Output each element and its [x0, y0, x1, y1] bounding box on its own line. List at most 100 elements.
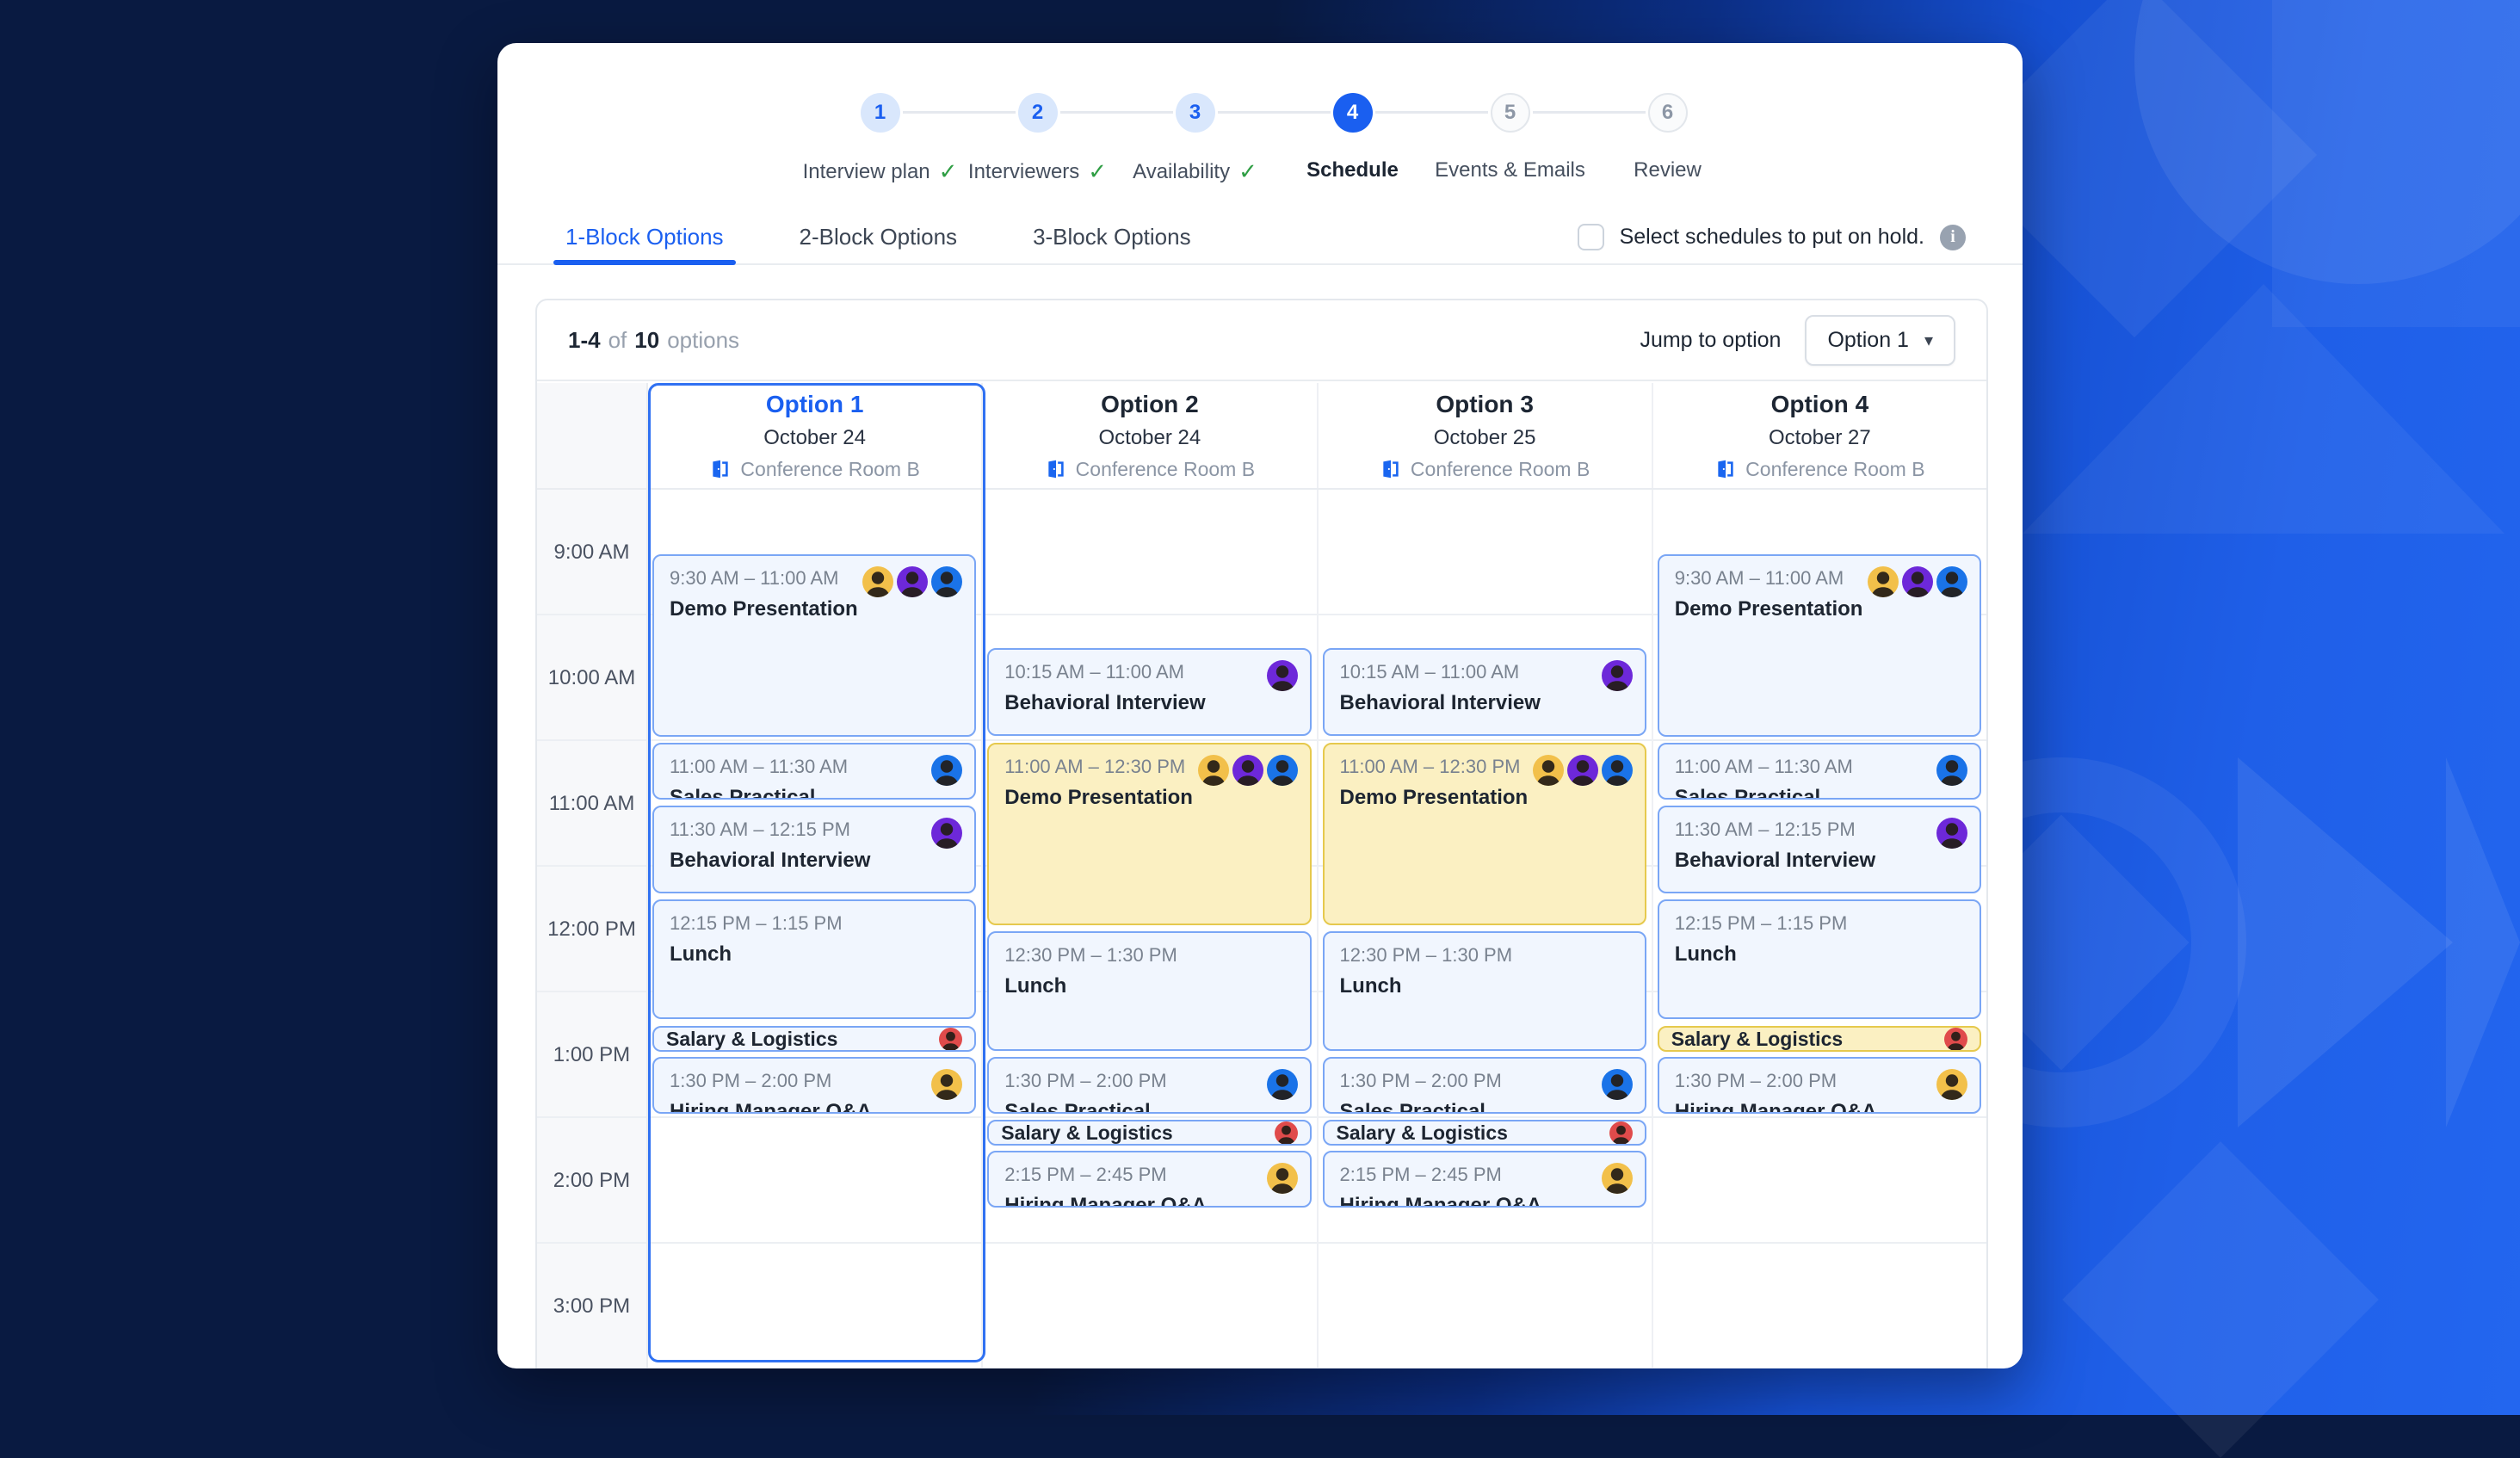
grid-body: 9:00 AM 10:00 AM 11:00 AM 12:00 PM 1:00 … — [537, 490, 1986, 1368]
event-avatars — [1198, 755, 1298, 786]
scheduler-card: 1 Interview plan ✓ 2 Interviewers ✓ 3 Av… — [497, 43, 2023, 1368]
event-card[interactable]: 11:30 AM – 12:15 PM Behavioral Interview — [652, 806, 976, 893]
event-card[interactable]: 10:15 AM – 11:00 AM Behavioral Interview — [1323, 648, 1646, 736]
range-word: options — [667, 327, 739, 354]
option-column-header[interactable]: Option 1 October 24 Conference Room B — [648, 383, 983, 488]
stepper-step-label: Availability ✓ — [1133, 158, 1257, 185]
range-total: 10 — [634, 327, 659, 354]
interviewer-avatar-blue — [931, 755, 962, 786]
option-column-header[interactable]: Option 2 October 24 Conference Room B — [983, 383, 1318, 488]
event-time: 10:15 AM – 11:00 AM — [1004, 661, 1294, 683]
interviewer-avatar-red — [939, 1028, 962, 1051]
interviewer-avatar-blue — [1602, 1069, 1633, 1100]
event-card[interactable]: 9:30 AM – 11:00 AM Demo Presentation — [652, 554, 976, 737]
event-card[interactable]: Salary & Logistics — [1323, 1120, 1646, 1146]
background-pattern-shape — [2062, 1141, 2379, 1458]
event-card[interactable]: 11:00 AM – 11:30 AM Sales Practical — [652, 743, 976, 800]
event-avatars — [1267, 660, 1298, 691]
info-icon[interactable]: i — [1940, 225, 1966, 250]
event-card[interactable]: 12:30 PM – 1:30 PM Lunch — [987, 931, 1311, 1051]
event-card[interactable]: 12:15 PM – 1:15 PM Lunch — [652, 899, 976, 1019]
event-card[interactable]: 11:30 AM – 12:15 PM Behavioral Interview — [1658, 806, 1981, 893]
option-select-dropdown[interactable]: Option 1 ▾ — [1805, 315, 1955, 366]
stepper-step[interactable]: 4 Schedule — [1274, 93, 1431, 185]
interviewer-avatar-yellow — [1533, 755, 1564, 786]
option-column-header[interactable]: Option 4 October 27 Conference Room B — [1653, 383, 1986, 488]
tab-block-options[interactable]: 2-Block Options — [800, 211, 958, 263]
stepper-step[interactable]: 6 Review — [1589, 93, 1746, 185]
time-gutter-header — [537, 383, 648, 488]
stepper-step-label: Interview plan ✓ — [803, 158, 958, 185]
interviewer-avatar-blue — [1267, 755, 1298, 786]
interviewer-avatar-yellow — [862, 566, 893, 597]
stepper-step[interactable]: 3 Availability ✓ — [1116, 93, 1274, 185]
event-card[interactable]: 2:15 PM – 2:45 PM Hiring Manager Q&A — [987, 1151, 1311, 1208]
stepper-step[interactable]: 2 Interviewers ✓ — [959, 93, 1116, 185]
time-label: 3:00 PM — [537, 1244, 646, 1368]
event-card[interactable]: 9:30 AM – 11:00 AM Demo Presentation — [1658, 554, 1981, 737]
tab-block-options[interactable]: 1-Block Options — [565, 211, 724, 263]
option-room: Conference Room B — [1714, 458, 1924, 481]
stepper-step-label: Review — [1634, 158, 1702, 182]
event-avatars — [1267, 1163, 1298, 1194]
event-title: Salary & Logistics — [1337, 1121, 1508, 1145]
event-card[interactable]: 1:30 PM – 2:00 PM Hiring Manager Q&A — [652, 1057, 976, 1114]
tab-block-options[interactable]: 3-Block Options — [1033, 211, 1191, 263]
event-avatars — [931, 755, 962, 786]
event-card[interactable]: 1:30 PM – 2:00 PM Sales Practical — [1323, 1057, 1646, 1114]
interviewer-avatar-blue — [931, 566, 962, 597]
event-card[interactable]: 12:30 PM – 1:30 PM Lunch — [1323, 931, 1646, 1051]
stepper-step-label: Schedule — [1306, 158, 1399, 182]
hold-checkbox[interactable] — [1578, 224, 1604, 250]
building-icon — [1045, 458, 1067, 480]
event-card[interactable]: 1:30 PM – 2:00 PM Hiring Manager Q&A — [1658, 1057, 1981, 1114]
event-time: 1:30 PM – 2:00 PM — [670, 1070, 959, 1092]
building-icon — [709, 458, 732, 480]
event-time: 11:00 AM – 11:30 AM — [670, 756, 959, 778]
event-card[interactable]: Salary & Logistics — [987, 1120, 1311, 1146]
event-card[interactable]: 11:00 AM – 12:30 PM Demo Presentation — [1323, 743, 1646, 925]
event-card[interactable]: 10:15 AM – 11:00 AM Behavioral Interview — [987, 648, 1311, 736]
stepper-step[interactable]: 1 Interview plan ✓ — [801, 93, 959, 185]
stepper-step-circle: 4 — [1333, 93, 1373, 133]
stepper-step-number: 3 — [1189, 101, 1201, 125]
event-title: Lunch — [670, 942, 959, 967]
stepper-step-circle: 1 — [861, 93, 900, 133]
event-card[interactable]: 11:00 AM – 12:30 PM Demo Presentation — [987, 743, 1311, 925]
event-title: Sales Practical — [1675, 786, 1964, 800]
event-card[interactable]: 11:00 AM – 11:30 AM Sales Practical — [1658, 743, 1981, 800]
checkmark-icon: ✓ — [939, 158, 958, 185]
event-title: Salary & Logistics — [666, 1028, 837, 1051]
hold-control: Select schedules to put on hold. i — [1578, 224, 1966, 250]
event-time: 10:15 AM – 11:00 AM — [1340, 661, 1629, 683]
options-header: 1-4 of 10 options Jump to option Option … — [537, 300, 1986, 381]
option-day-column: 9:30 AM – 11:00 AM Demo Presentation 11:… — [1653, 490, 1986, 1368]
interviewer-avatar-purple — [931, 818, 962, 849]
option-title: Option 3 — [1436, 391, 1534, 418]
event-avatars — [1267, 1069, 1298, 1100]
interviewer-avatar-blue — [1602, 755, 1633, 786]
interviewer-avatar-yellow — [1198, 755, 1229, 786]
interviewer-avatar-purple — [897, 566, 928, 597]
event-card[interactable]: 1:30 PM – 2:00 PM Sales Practical — [987, 1057, 1311, 1114]
time-label: 12:00 PM — [537, 867, 646, 992]
event-title: Hiring Manager Q&A — [1340, 1194, 1629, 1208]
event-time: 1:30 PM – 2:00 PM — [1340, 1070, 1629, 1092]
event-card[interactable]: 2:15 PM – 2:45 PM Hiring Manager Q&A — [1323, 1151, 1646, 1208]
option-date: October 27 — [1769, 426, 1871, 450]
option-day-column: 10:15 AM – 11:00 AM Behavioral Interview… — [983, 490, 1318, 1368]
time-label: 1:00 PM — [537, 992, 646, 1118]
chevron-down-icon: ▾ — [1924, 330, 1933, 351]
event-avatars — [1944, 1028, 1967, 1051]
event-avatars — [1602, 1069, 1633, 1100]
event-card[interactable]: Salary & Logistics — [652, 1026, 976, 1052]
interviewer-avatar-blue — [1267, 1069, 1298, 1100]
event-card[interactable]: Salary & Logistics — [1658, 1026, 1981, 1052]
option-column-header[interactable]: Option 3 October 25 Conference Room B — [1319, 383, 1653, 488]
checkmark-icon: ✓ — [1088, 158, 1107, 185]
event-avatars — [1868, 566, 1967, 597]
stepper-step[interactable]: 5 Events & Emails — [1431, 93, 1589, 185]
stepper-step-number: 4 — [1347, 101, 1358, 125]
stepper-step-circle: 3 — [1176, 93, 1215, 133]
event-card[interactable]: 12:15 PM – 1:15 PM Lunch — [1658, 899, 1981, 1019]
